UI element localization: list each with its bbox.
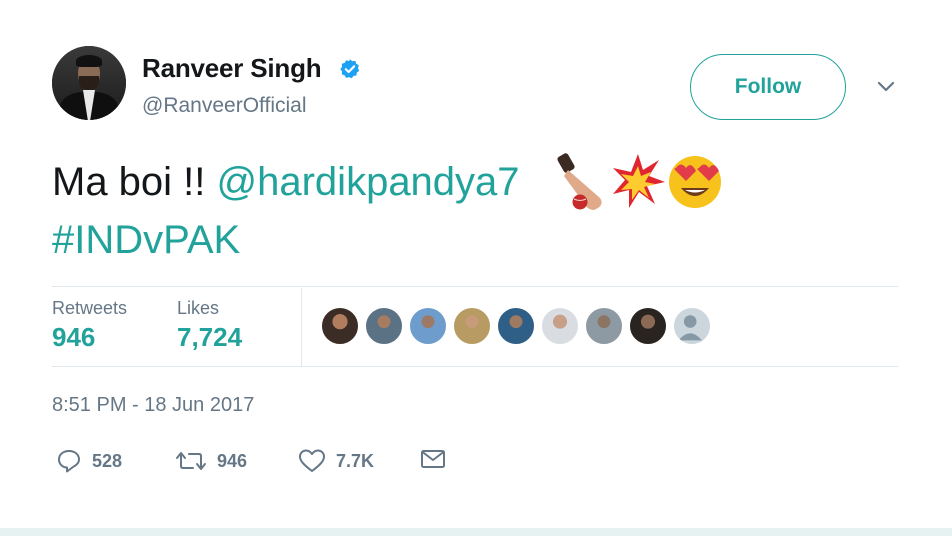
retweet-button[interactable]: 946 — [175, 448, 247, 474]
cricket-bat-ball-emoji — [557, 153, 602, 210]
divider — [52, 286, 898, 287]
mention-link[interactable]: @hardikpandya7 — [217, 160, 520, 204]
default-avatar-icon[interactable] — [672, 306, 712, 346]
retweet-icon — [176, 452, 206, 470]
tweet-text-prefix: Ma boi !! — [52, 160, 217, 204]
collision-emoji — [613, 154, 665, 208]
chevron-down-icon[interactable] — [876, 80, 896, 94]
hashtag-link[interactable]: #INDvPAK — [52, 218, 240, 263]
user-display-name[interactable]: Ranveer Singh — [142, 53, 322, 84]
liker-avatar[interactable] — [452, 306, 492, 346]
verified-badge-icon — [340, 59, 360, 79]
user-handle[interactable]: @RanveerOfficial — [142, 94, 307, 118]
heart-icon — [299, 449, 325, 472]
liker-avatar[interactable] — [628, 306, 668, 346]
divider — [301, 288, 302, 366]
heart-eyes-emoji — [669, 156, 721, 208]
divider — [52, 366, 898, 367]
like-count: 7.7K — [336, 450, 375, 471]
direct-message-button[interactable] — [420, 448, 446, 470]
retweet-count: 946 — [217, 450, 248, 471]
reply-icon — [58, 450, 80, 473]
liker-avatar[interactable] — [320, 306, 360, 346]
retweets-count[interactable]: 946 — [52, 322, 95, 353]
liker-avatar[interactable] — [584, 306, 624, 346]
liker-avatar[interactable] — [496, 306, 536, 346]
bottom-bar — [0, 528, 952, 536]
liker-avatar[interactable] — [408, 306, 448, 346]
like-button[interactable]: 7.7K — [298, 448, 374, 474]
tweet-timestamp[interactable]: 8:51 PM - 18 Jun 2017 — [52, 394, 254, 417]
retweets-label[interactable]: Retweets — [52, 298, 127, 319]
tweet-text: Ma boi !! @hardikpandya7 — [52, 160, 520, 205]
reply-count: 528 — [92, 450, 123, 471]
reply-button[interactable]: 528 — [56, 448, 122, 474]
likes-count[interactable]: 7,724 — [177, 322, 242, 353]
envelope-icon — [421, 450, 445, 468]
liker-avatar[interactable] — [364, 306, 404, 346]
likes-label[interactable]: Likes — [177, 298, 219, 319]
liker-avatar[interactable] — [540, 306, 580, 346]
follow-button[interactable]: Follow — [690, 54, 846, 120]
likers-avatar-list — [320, 306, 712, 346]
profile-avatar[interactable] — [52, 46, 126, 120]
